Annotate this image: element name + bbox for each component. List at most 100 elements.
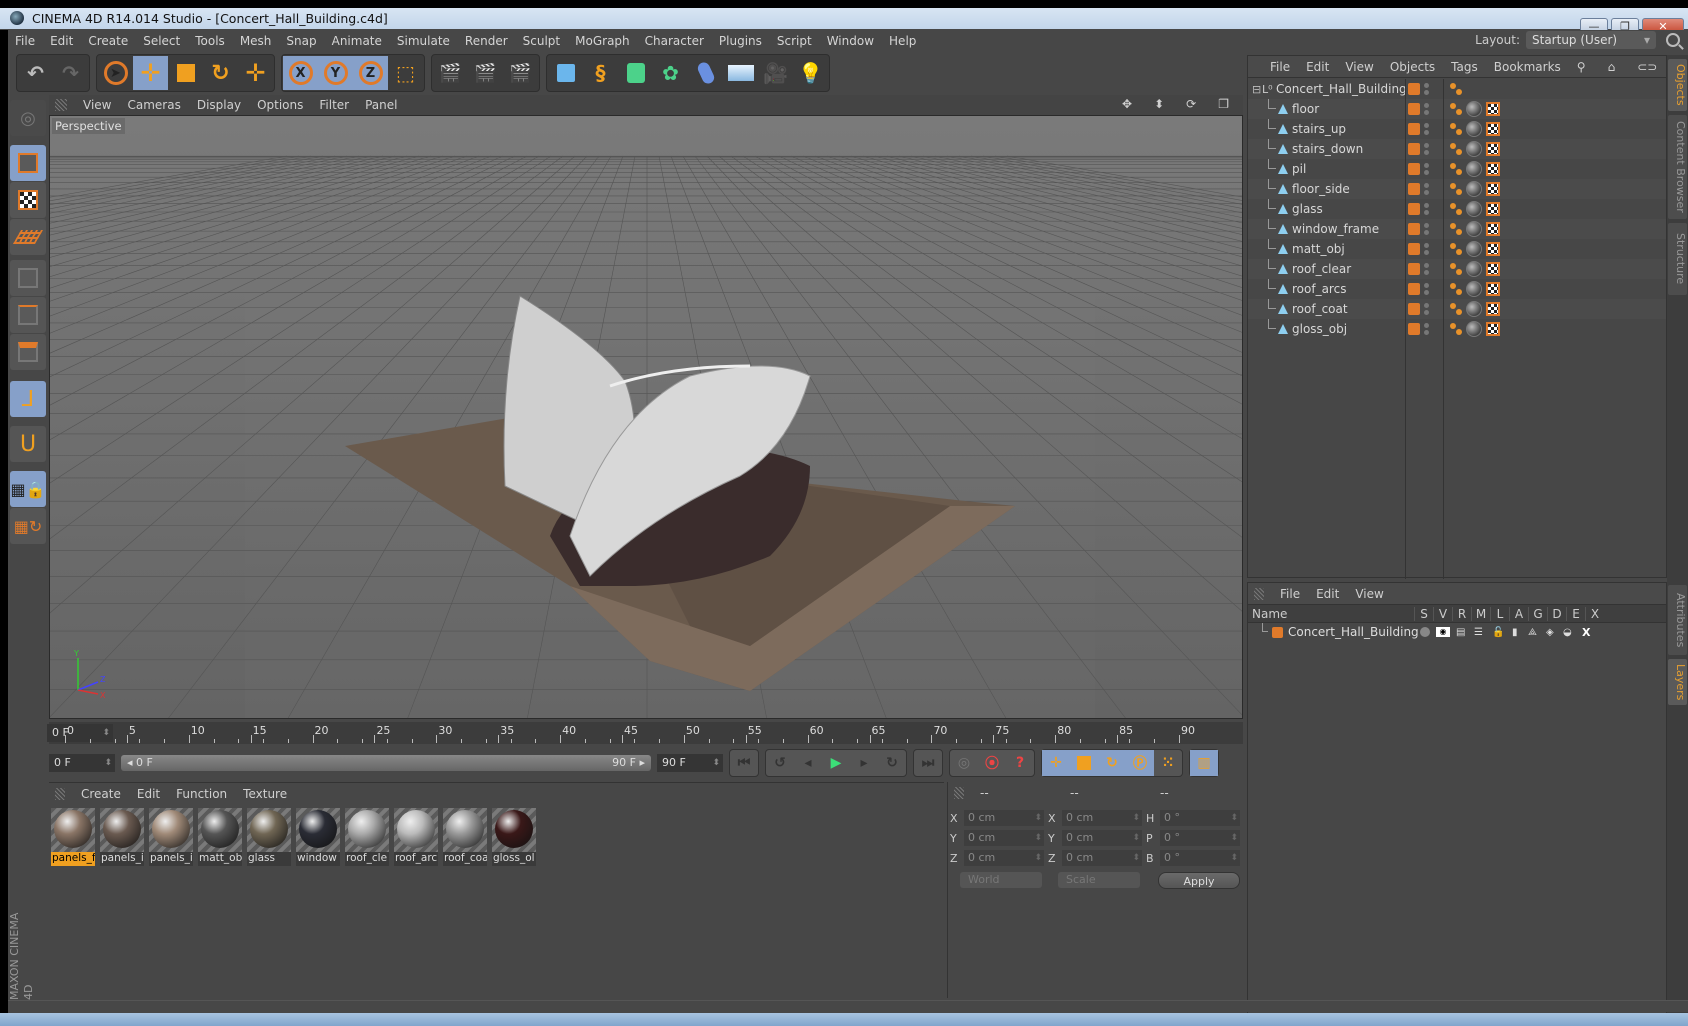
enable-axis-button[interactable]: ⅃ <box>10 381 46 417</box>
tab-attributes[interactable]: Attributes <box>1668 585 1687 655</box>
visibility-dots-icon[interactable] <box>1424 143 1429 155</box>
visibility-dots-icon[interactable] <box>1424 283 1429 295</box>
object-row-root[interactable]: ⊟ L⁰ Concert_Hall_Building <box>1248 79 1666 99</box>
menu-script[interactable]: Script <box>770 34 820 48</box>
phong-tag-icon[interactable] <box>1450 83 1462 95</box>
layer-color-icon[interactable] <box>1408 123 1420 135</box>
rotation-key-button[interactable]: ↻ <box>1098 750 1126 776</box>
layer-color-icon[interactable] <box>1408 223 1420 235</box>
layout-dropdown[interactable]: Startup (User) <box>1526 31 1656 49</box>
search-icon[interactable] <box>1666 33 1680 47</box>
drag-grip[interactable] <box>55 788 65 800</box>
material-tag-icon[interactable] <box>1466 281 1482 297</box>
object-name[interactable]: roof_coat <box>1292 302 1348 316</box>
drag-grip[interactable] <box>55 99 67 111</box>
object-row[interactable]: roof_coat <box>1248 299 1666 319</box>
material-name[interactable]: panels_i <box>100 852 144 866</box>
visibility-dots-icon[interactable] <box>1424 183 1429 195</box>
tweak-magnet-button[interactable]: U <box>10 426 46 462</box>
layer-color-icon[interactable] <box>1408 263 1420 275</box>
go-to-end-button[interactable]: ⏭ <box>914 750 942 776</box>
animation-icon[interactable]: ▮ <box>1512 627 1518 638</box>
object-name[interactable]: Concert_Hall_Building <box>1276 82 1407 96</box>
menu-help[interactable]: Help <box>882 34 924 48</box>
material-tag-icon[interactable] <box>1466 321 1482 337</box>
pan-icon[interactable]: ✥ <box>1114 97 1140 111</box>
object-row[interactable]: floor <box>1248 99 1666 119</box>
manager-hierarchy-icon[interactable]: ☰ <box>1474 627 1483 638</box>
object-name[interactable]: window_frame <box>1292 222 1379 236</box>
layer-color-icon[interactable] <box>1408 143 1420 155</box>
material-name[interactable]: roof_arc <box>394 852 438 866</box>
render-settings-button[interactable]: 🎬 <box>503 56 538 90</box>
3d-viewport[interactable]: Perspective Y Z X <box>49 115 1243 719</box>
uvw-tag-icon[interactable] <box>1486 242 1500 256</box>
object-row[interactable]: stairs_down <box>1248 139 1666 159</box>
material-swatch[interactable]: roof_cle <box>345 808 389 866</box>
layers-menu-edit[interactable]: Edit <box>1308 587 1347 601</box>
visibility-dots-icon[interactable] <box>1424 103 1429 115</box>
drag-grip[interactable] <box>954 787 964 799</box>
layer-column-l[interactable]: L <box>1490 606 1509 621</box>
dolly-icon[interactable]: ⬍ <box>1146 97 1172 111</box>
material-swatch[interactable]: glass <box>247 808 291 866</box>
menu-plugins[interactable]: Plugins <box>712 34 770 48</box>
viewport-menu-panel[interactable]: Panel <box>357 98 405 112</box>
material-swatch[interactable]: panels_i <box>149 808 193 866</box>
workplane-mode-button[interactable] <box>10 219 46 255</box>
layer-name[interactable]: Concert_Hall_Building <box>1288 625 1419 639</box>
position-z-field[interactable]: 0 cm <box>964 850 1044 866</box>
end-frame-field[interactable]: 90 F ⬍ <box>657 754 723 772</box>
parameter-key-button[interactable]: Ⓟ <box>1126 750 1154 776</box>
phong-tag-icon[interactable] <box>1450 183 1462 195</box>
object-name[interactable]: pil <box>1292 162 1306 176</box>
visibility-dots-icon[interactable] <box>1424 163 1429 175</box>
material-tag-icon[interactable] <box>1466 261 1482 277</box>
menu-render[interactable]: Render <box>458 34 516 48</box>
generators-icon[interactable]: ⟁ <box>1528 627 1537 638</box>
object-row[interactable]: roof_arcs <box>1248 279 1666 299</box>
material-name[interactable]: roof_coa <box>443 852 487 866</box>
last-tool-button[interactable]: ✛ <box>238 56 273 90</box>
object-row[interactable]: matt_obj <box>1248 239 1666 259</box>
position-x-field[interactable]: 0 cm <box>964 810 1044 826</box>
redo-button[interactable]: ↷ <box>53 56 88 90</box>
object-name[interactable]: roof_arcs <box>1292 282 1346 296</box>
visibility-dots-icon[interactable] <box>1424 263 1429 275</box>
render-view-button[interactable]: 🎬 <box>433 56 468 90</box>
layer-column-v[interactable]: V <box>1433 606 1452 621</box>
objects-menu-bookmarks[interactable]: Bookmarks <box>1486 60 1569 74</box>
tab-layers[interactable]: Layers <box>1668 659 1687 705</box>
uvw-tag-icon[interactable] <box>1486 282 1500 296</box>
polygons-mode-button[interactable] <box>10 334 46 370</box>
material-menu-edit[interactable]: Edit <box>129 787 168 801</box>
layer-column-a[interactable]: A <box>1509 606 1528 621</box>
spline-button[interactable]: § <box>583 56 618 90</box>
floor-button[interactable] <box>723 56 758 90</box>
material-swatch[interactable]: roof_coa <box>443 808 487 866</box>
uvw-tag-icon[interactable] <box>1486 322 1500 336</box>
layer-column-s[interactable]: S <box>1414 606 1433 621</box>
layer-color-icon[interactable] <box>1408 323 1420 335</box>
y-axis-button[interactable]: Y <box>318 56 353 90</box>
scale-key-button[interactable] <box>1070 750 1098 776</box>
render-clapper-icon[interactable]: ▤ <box>1456 627 1465 638</box>
make-editable-button[interactable]: ◎ <box>10 100 46 136</box>
point-level-button[interactable]: ⁙ <box>1154 750 1182 776</box>
rotation-h-field[interactable]: 0 ° <box>1160 810 1240 826</box>
objects-menu-view[interactable]: View <box>1337 60 1381 74</box>
viewport-menu-options[interactable]: Options <box>249 98 311 112</box>
undo-button[interactable]: ↶ <box>18 56 53 90</box>
uvw-tag-icon[interactable] <box>1486 122 1500 136</box>
object-row[interactable]: roof_clear <box>1248 259 1666 279</box>
render-picture-viewer-button[interactable]: 🎬 <box>468 56 503 90</box>
layer-color-icon[interactable] <box>1408 203 1420 215</box>
material-swatch[interactable]: panels_f <box>51 808 95 866</box>
move-tool-button[interactable]: ✛ <box>133 56 168 90</box>
record-button[interactable]: ◎ <box>950 750 978 776</box>
visible-eye-icon[interactable]: ◉ <box>1436 627 1450 637</box>
collapse-toggle-icon[interactable]: ⊟ <box>1252 83 1261 96</box>
maximize-view-icon[interactable]: ❐ <box>1210 97 1237 111</box>
object-row[interactable]: window_frame <box>1248 219 1666 239</box>
phong-tag-icon[interactable] <box>1450 223 1462 235</box>
